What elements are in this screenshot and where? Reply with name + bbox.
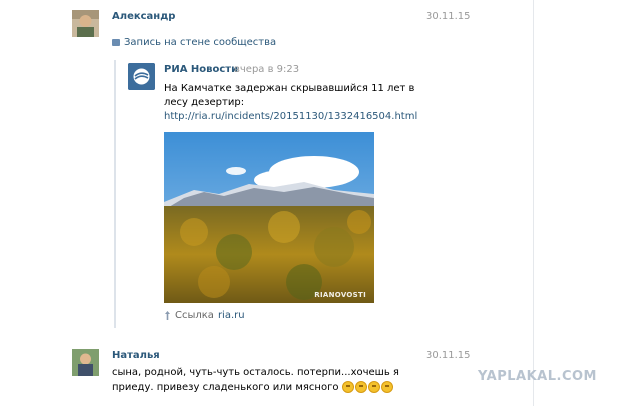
smile-emoji-icon	[341, 381, 354, 393]
repost-icon	[112, 39, 120, 46]
sidebar-divider	[533, 0, 534, 406]
avatar[interactable]	[72, 10, 99, 37]
emoji-group	[341, 381, 393, 393]
post-author[interactable]: Александр	[112, 11, 175, 22]
source-time[interactable]: вчера в 9:23	[234, 64, 299, 75]
repost-quote-bar	[114, 60, 116, 328]
repost-label[interactable]: Запись на стене сообщества	[112, 37, 276, 48]
pin-icon	[165, 311, 170, 320]
site-watermark: YAPLAKAL.COM	[478, 369, 597, 384]
smile-emoji-icon	[367, 381, 380, 393]
repost-link[interactable]: http://ria.ru/incidents/20151130/1332416…	[164, 111, 417, 122]
smile-emoji-icon	[354, 381, 367, 393]
photo-watermark: RIANOVOSTI	[314, 291, 366, 299]
repost-label-text: Запись на стене сообщества	[124, 37, 277, 48]
link-attachment[interactable]: Ссылка ria.ru	[164, 310, 245, 321]
repost-photo[interactable]: RIANOVOSTI	[164, 132, 374, 303]
post-date[interactable]: 30.11.15	[426, 11, 471, 22]
repost-text: На Камчатке задержан скрывавшийся 11 лет…	[164, 83, 415, 108]
link-attachment-domain: ria.ru	[217, 310, 245, 321]
comment-text: сына, родной, чуть-чуть осталось. потерп…	[112, 365, 442, 395]
avatar[interactable]	[72, 349, 99, 376]
source-avatar[interactable]	[128, 63, 155, 90]
smile-emoji-icon	[380, 381, 393, 393]
source-name[interactable]: РИА Новости	[164, 64, 238, 75]
post-date[interactable]: 30.11.15	[426, 350, 471, 361]
post-author[interactable]: Наталья	[112, 350, 160, 361]
link-attachment-label: Ссылка	[175, 310, 214, 321]
